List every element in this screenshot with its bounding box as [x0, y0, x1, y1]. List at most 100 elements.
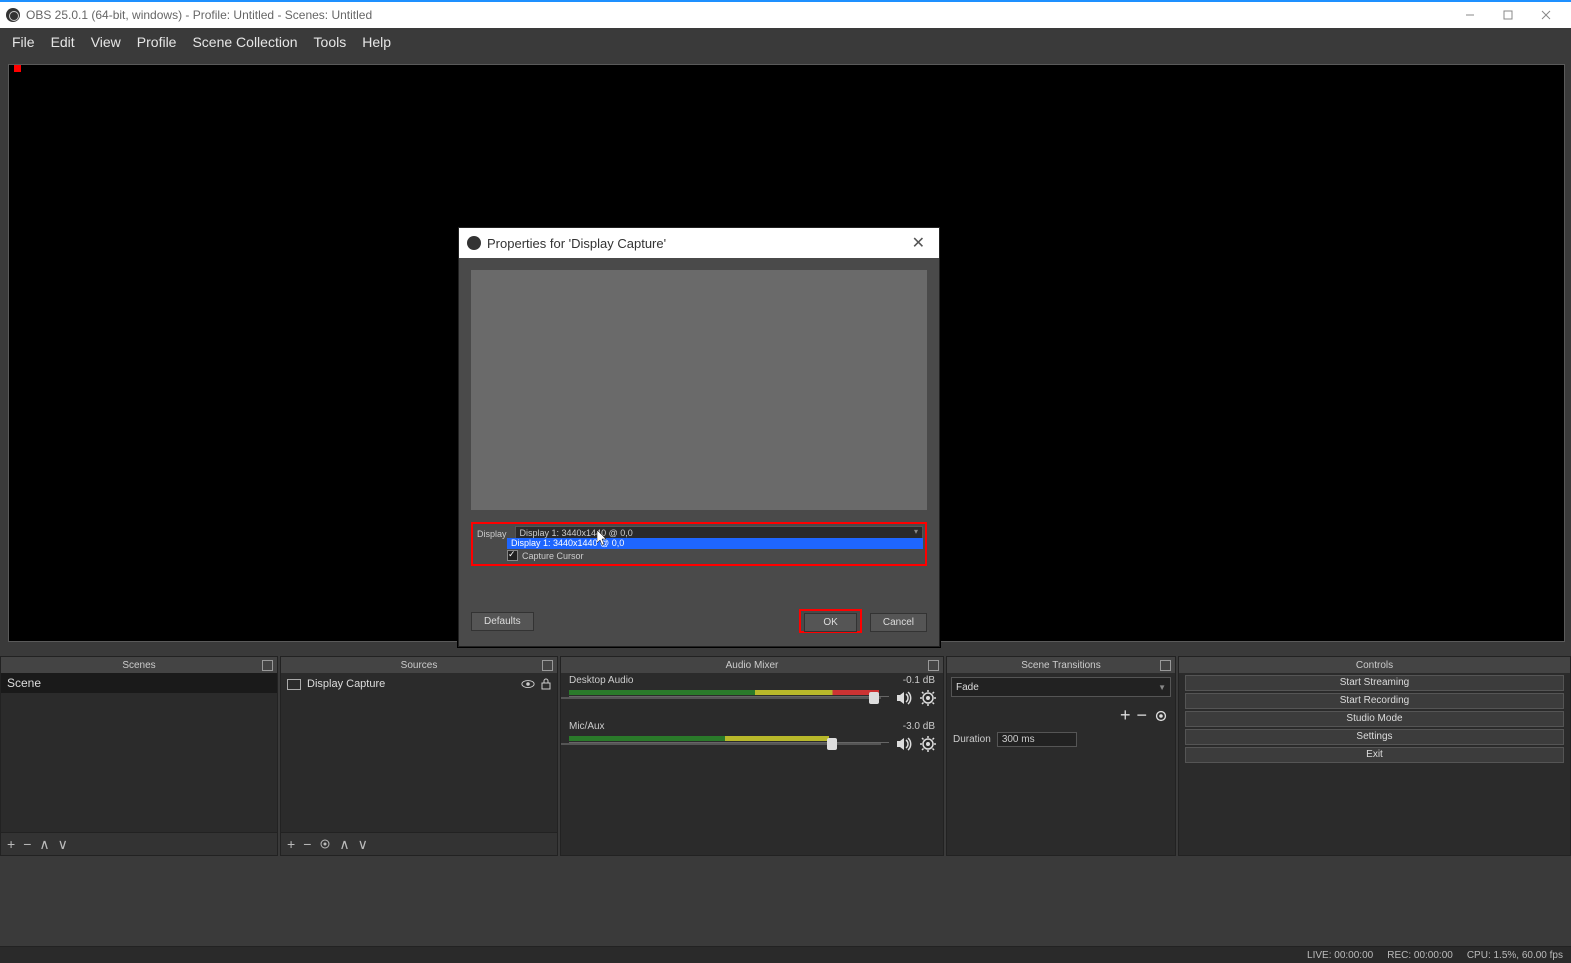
minimize-button[interactable]: [1451, 3, 1489, 27]
display-icon: [287, 679, 301, 690]
docks: Scenes Scene + − ∧ ∨ Sources Dis: [0, 656, 1571, 856]
mouse-cursor-icon: [597, 530, 609, 546]
settings-button[interactable]: Settings: [1185, 729, 1564, 745]
audio-mixer-dock: Audio Mixer Desktop Audio -0.1 dB Mic/Aux…: [560, 656, 944, 856]
settings-highlight: Display Display 1: 3440x1440 @ 0,0 ▾ Dis…: [471, 522, 927, 566]
channel-name: Mic/Aux: [569, 721, 605, 732]
exit-button[interactable]: Exit: [1185, 747, 1564, 763]
scenes-title: Scenes: [122, 660, 155, 671]
volume-knob[interactable]: [869, 692, 879, 704]
channel-db: -3.0 dB: [903, 721, 935, 732]
transition-value: Fade: [956, 682, 979, 693]
sources-title: Sources: [401, 660, 438, 671]
lock-icon[interactable]: [541, 678, 551, 690]
display-option[interactable]: Display 1: 3440x1440 @ 0,0: [507, 538, 923, 549]
statusbar: LIVE: 00:00:00 REC: 00:00:00 CPU: 1.5%, …: [0, 946, 1571, 963]
display-selected-value: Display 1: 3440x1440 @ 0,0: [520, 528, 633, 538]
dialog-title: Properties for 'Display Capture': [487, 236, 666, 251]
mixer-header: Audio Mixer: [561, 657, 943, 673]
source-down-button[interactable]: ∨: [358, 836, 368, 853]
status-cpu: CPU: 1.5%, 60.00 fps: [1467, 950, 1563, 961]
visibility-icon[interactable]: [521, 677, 535, 691]
volume-slider[interactable]: [561, 697, 881, 699]
capture-cursor-label: Capture Cursor: [522, 551, 584, 561]
menu-edit[interactable]: Edit: [43, 30, 83, 54]
add-transition-button[interactable]: +: [1120, 705, 1131, 726]
popout-icon[interactable]: [1160, 660, 1171, 671]
titlebar: OBS 25.0.1 (64-bit, windows) - Profile: …: [0, 2, 1571, 28]
controls-title: Controls: [1356, 660, 1393, 671]
properties-dialog: Properties for 'Display Capture' ✕ Displ…: [458, 227, 940, 647]
remove-transition-button[interactable]: −: [1136, 705, 1147, 726]
status-rec: REC: 00:00:00: [1387, 950, 1453, 961]
transition-settings-icon[interactable]: [1153, 708, 1169, 724]
controls-dock: Controls Start Streaming Start Recording…: [1178, 656, 1571, 856]
menu-view[interactable]: View: [83, 30, 129, 54]
display-label: Display: [475, 529, 509, 539]
chevron-updown-icon: ▾: [914, 527, 918, 537]
mixer-title: Audio Mixer: [726, 660, 779, 671]
add-source-button[interactable]: +: [287, 836, 295, 852]
source-properties-button[interactable]: [319, 838, 331, 850]
menu-scene-collection[interactable]: Scene Collection: [184, 30, 305, 54]
menubar: File Edit View Profile Scene Collection …: [0, 28, 1571, 56]
start-recording-button[interactable]: Start Recording: [1185, 693, 1564, 709]
sources-dock: Sources Display Capture + − ∧ ∨: [280, 656, 558, 856]
volume-knob[interactable]: [827, 738, 837, 750]
scene-down-button[interactable]: ∨: [58, 836, 68, 853]
audio-meter: [569, 690, 879, 695]
scenes-dock: Scenes Scene + − ∧ ∨: [0, 656, 278, 856]
channel-db: -0.1 dB: [903, 675, 935, 686]
mute-icon[interactable]: [895, 689, 913, 707]
defaults-button[interactable]: Defaults: [471, 612, 534, 631]
ok-button[interactable]: OK: [804, 613, 856, 632]
capture-cursor-checkbox[interactable]: [507, 550, 518, 561]
duration-label: Duration: [953, 734, 991, 745]
mixer-channel-desktop: Desktop Audio -0.1 dB: [561, 673, 943, 719]
obs-icon: [467, 236, 481, 250]
channel-settings-icon[interactable]: [919, 689, 937, 707]
sources-header: Sources: [281, 657, 557, 673]
remove-source-button[interactable]: −: [303, 836, 311, 852]
menu-profile[interactable]: Profile: [129, 30, 185, 54]
start-streaming-button[interactable]: Start Streaming: [1185, 675, 1564, 691]
add-scene-button[interactable]: +: [7, 836, 15, 852]
popout-icon[interactable]: [542, 660, 553, 671]
menu-help[interactable]: Help: [354, 30, 399, 54]
remove-scene-button[interactable]: −: [23, 836, 31, 852]
scene-item[interactable]: Scene: [1, 673, 277, 693]
capture-cursor-row[interactable]: Capture Cursor: [507, 550, 584, 561]
window-title: OBS 25.0.1 (64-bit, windows) - Profile: …: [26, 8, 372, 22]
popout-icon[interactable]: [262, 660, 273, 671]
studio-mode-button[interactable]: Studio Mode: [1185, 711, 1564, 727]
source-handle[interactable]: [14, 65, 21, 72]
status-live: LIVE: 00:00:00: [1307, 950, 1373, 961]
transitions-header: Scene Transitions: [947, 657, 1175, 673]
source-up-button[interactable]: ∧: [339, 836, 349, 853]
dialog-close-button[interactable]: ✕: [906, 233, 931, 253]
source-label: Display Capture: [307, 678, 385, 690]
obs-icon: [6, 8, 20, 22]
channel-name: Desktop Audio: [569, 675, 634, 686]
scenes-header: Scenes: [1, 657, 277, 673]
chevron-down-icon: ▼: [1158, 683, 1166, 692]
source-item[interactable]: Display Capture: [281, 673, 557, 695]
ok-highlight: OK: [799, 609, 861, 633]
scene-up-button[interactable]: ∧: [39, 836, 49, 853]
close-button[interactable]: [1527, 3, 1565, 27]
transitions-dock: Scene Transitions Fade ▼ + − Duration 30…: [946, 656, 1176, 856]
channel-settings-icon[interactable]: [919, 735, 937, 753]
maximize-button[interactable]: [1489, 3, 1527, 27]
dialog-titlebar: Properties for 'Display Capture' ✕: [459, 228, 939, 258]
mute-icon[interactable]: [895, 735, 913, 753]
menu-file[interactable]: File: [4, 30, 43, 54]
dialog-preview: [471, 270, 927, 510]
audio-meter: [569, 736, 829, 741]
cancel-button[interactable]: Cancel: [870, 613, 927, 632]
transition-select[interactable]: Fade ▼: [951, 677, 1171, 697]
menu-tools[interactable]: Tools: [306, 30, 355, 54]
duration-input[interactable]: 300 ms: [997, 732, 1077, 747]
popout-icon[interactable]: [928, 660, 939, 671]
controls-header: Controls: [1179, 657, 1570, 673]
obs-window: OBS 25.0.1 (64-bit, windows) - Profile: …: [0, 0, 1571, 963]
